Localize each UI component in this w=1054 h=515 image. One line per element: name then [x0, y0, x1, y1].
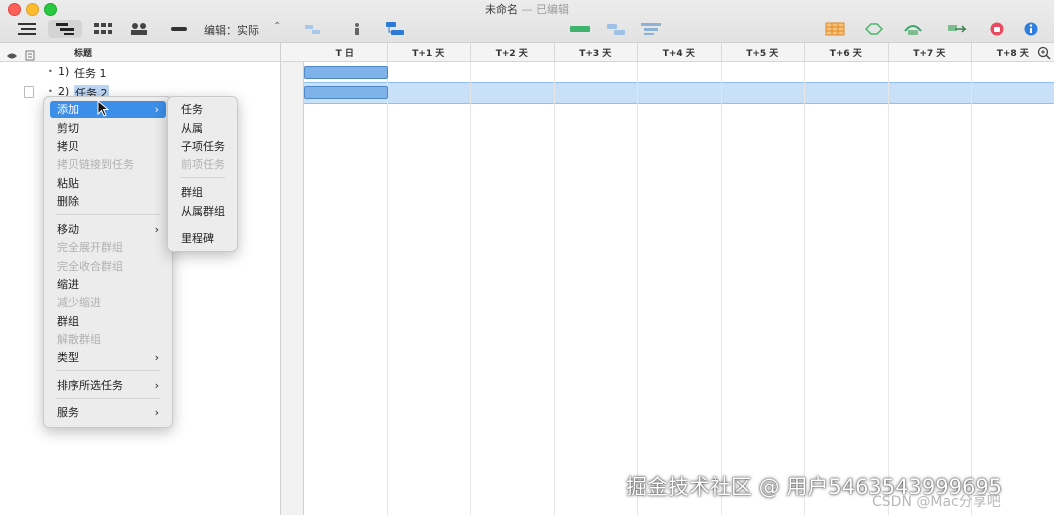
outline-view-icon[interactable] [48, 20, 82, 38]
chevron-updown-icon[interactable]: ⌃ [273, 21, 281, 32]
menu-item-collapse-all: 完全收合群组 [57, 260, 123, 273]
submenu-item-predecessor: 前项任务 [181, 158, 225, 171]
title-bar: 未命名 — 已编辑 编辑：实际 ⌃ [0, 0, 1054, 43]
day-header: T+1 天 [412, 49, 445, 59]
baseline-icon[interactable] [302, 20, 324, 38]
day-header: T+2 天 [495, 49, 528, 59]
styles-icon[interactable] [166, 20, 192, 38]
submenu-item-milestone[interactable]: 里程碑 [174, 230, 231, 247]
menu-item-ungroup: 解散群组 [57, 333, 101, 346]
day-header: T+4 天 [662, 49, 695, 59]
gantt-chart[interactable] [281, 62, 1054, 515]
gantt-row[interactable] [281, 62, 1054, 82]
task-number: 1) [58, 65, 70, 78]
note-icon[interactable] [24, 86, 34, 98]
gantt-row-selected[interactable] [281, 82, 1054, 104]
day-header: T+6 天 [829, 49, 862, 59]
stop-icon[interactable] [986, 20, 1008, 38]
menu-item-copy-link: 拷贝链接到任务 [57, 158, 134, 171]
menu-separator [56, 370, 160, 371]
gantt-day-line [637, 62, 638, 515]
submenu-item-group[interactable]: 群组 [174, 184, 231, 201]
chevron-right-icon: › [154, 103, 159, 116]
flow-icon[interactable] [384, 20, 406, 38]
chevron-right-icon: › [154, 351, 159, 364]
menu-item-copy[interactable]: 拷贝 [50, 138, 166, 155]
gantt-day-line [720, 62, 722, 515]
column-header: 标题 T 日 T+1 天 T+2 天 T+3 天 T+4 天 T+5 天 T+6 天 T+7 … [0, 43, 1054, 62]
menu-item-cut[interactable]: 剪切 [50, 120, 166, 137]
menu-separator [56, 214, 160, 215]
day-header: T+7 天 [913, 49, 946, 59]
resource-table-icon[interactable] [822, 20, 848, 38]
gantt-day-line [553, 62, 555, 515]
chevron-right-icon: › [154, 379, 159, 392]
gantt-day-line [804, 62, 805, 515]
chevron-right-icon: › [154, 223, 159, 236]
menu-item-group[interactable]: 群组 [50, 313, 166, 330]
menu-item-expand-all: 完全展开群组 [57, 241, 123, 254]
mouse-cursor-icon [97, 99, 110, 121]
reveal-icon[interactable] [900, 20, 926, 38]
day-header: T+5 天 [746, 49, 779, 59]
split-icon[interactable] [346, 20, 368, 38]
edit-mode-select[interactable]: 编辑：实际 [204, 22, 259, 38]
level-icon[interactable] [862, 20, 886, 38]
menu-separator [180, 177, 225, 178]
submenu-item-dependent-group[interactable]: 从属群组 [174, 203, 231, 220]
add-submenu: 任务 从属 子项任务 前项任务 群组 从属群组 里程碑 [167, 96, 238, 252]
chevron-right-icon: › [154, 406, 159, 419]
menu-item-outdent: 减少缩进 [57, 296, 101, 309]
task-name[interactable]: 任务 1 [74, 65, 107, 81]
add-task-icon[interactable] [604, 20, 628, 38]
menu-item-paste[interactable]: 粘贴 [50, 175, 166, 192]
task-bullet[interactable]: • [48, 67, 53, 76]
gantt-gutter [281, 62, 304, 515]
menu-item-move[interactable]: 移动 › [50, 221, 166, 238]
window-title: 未命名 — 已编辑 [485, 3, 569, 16]
task-bullet[interactable]: • [48, 87, 53, 96]
gantt-day-line [887, 62, 889, 515]
sidebar-icon[interactable] [14, 20, 40, 38]
gantt-day-line [971, 62, 972, 515]
gantt-day-line [470, 62, 471, 515]
task-bar[interactable] [304, 66, 388, 79]
add-group-icon[interactable] [638, 20, 664, 38]
task-bar[interactable] [304, 86, 388, 99]
submenu-item-task[interactable]: 任务 [174, 101, 231, 118]
inspectors-icon[interactable] [944, 20, 970, 38]
day-header: T+3 天 [579, 49, 612, 59]
menu-item-delete[interactable]: 删除 [50, 193, 166, 210]
menu-item-indent[interactable]: 缩进 [50, 276, 166, 293]
day-header: T 日 [335, 49, 354, 59]
network-view-icon[interactable] [90, 20, 116, 38]
title-column-header[interactable]: 标题 [74, 46, 92, 59]
menu-item-type[interactable]: 类型 › [50, 349, 166, 366]
menu-item-sort[interactable]: 排序所选任务 › [50, 377, 166, 394]
submenu-item-dependent[interactable]: 从属 [174, 120, 231, 137]
menu-item-services[interactable]: 服务 › [50, 404, 166, 421]
info-icon[interactable] [1020, 20, 1042, 38]
gantt-chart-icon[interactable] [568, 20, 592, 38]
gantt-day-line [386, 62, 388, 515]
header-divider [280, 43, 281, 61]
menu-separator [56, 398, 160, 399]
watermark-secondary: CSDN @Mac分享吧 [872, 494, 1001, 510]
context-menu: 添加 › 剪切 拷贝 拷贝链接到任务 粘贴 删除 移动 › 完全展开群组 完全收合群… [43, 96, 173, 428]
resource-view-icon[interactable] [126, 20, 152, 38]
task-row[interactable]: • 1) 任务 1 [0, 62, 280, 82]
submenu-item-child-task[interactable]: 子项任务 [174, 138, 231, 155]
